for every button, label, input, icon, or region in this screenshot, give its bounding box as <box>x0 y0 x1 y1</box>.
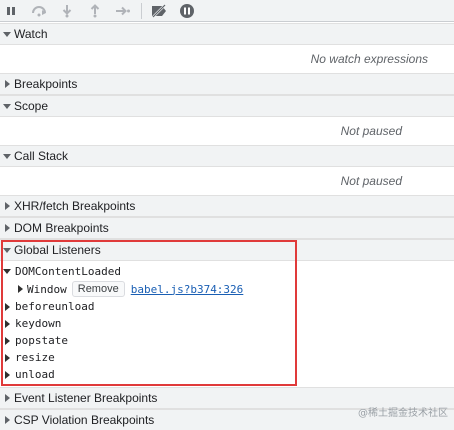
scope-placeholder: Not paused <box>340 124 402 138</box>
event-name: beforeunload <box>15 300 95 313</box>
step-out-icon[interactable] <box>86 2 104 20</box>
step-into-icon[interactable] <box>58 2 76 20</box>
collapsed-arrow-icon <box>4 224 10 232</box>
collapsed-arrow-icon <box>4 394 10 402</box>
pane-title: Watch <box>14 27 48 41</box>
listener-target: Window <box>27 282 67 296</box>
listener-row[interactable]: Window Remove babel.js?b374:326 <box>0 280 243 298</box>
pause-on-exceptions-icon[interactable] <box>178 2 196 20</box>
collapsed-arrow-icon <box>4 353 10 362</box>
scope-pane-header[interactable]: Scope <box>0 95 454 117</box>
pause-script-icon[interactable] <box>2 2 20 20</box>
pane-title: Scope <box>14 99 49 113</box>
deactivate-breakpoints-icon[interactable] <box>149 2 169 20</box>
call-stack-pane-header[interactable]: Call Stack <box>0 145 454 167</box>
remove-listener-button[interactable]: Remove <box>71 281 125 297</box>
watermark: @稀土掘金技术社区 <box>358 408 448 419</box>
event-name: resize <box>15 351 55 364</box>
collapsed-arrow-icon <box>4 202 10 210</box>
expanded-arrow-icon <box>3 247 11 253</box>
event-row-keydown[interactable]: keydown <box>0 315 61 332</box>
dom-breakpoints-pane-header[interactable]: DOM Breakpoints <box>0 217 454 239</box>
pane-title: Global Listeners <box>14 243 101 257</box>
toolbar-divider <box>141 3 142 19</box>
collapsed-arrow-icon <box>4 80 10 88</box>
event-name: popstate <box>15 334 68 347</box>
collapsed-arrow-icon <box>18 285 23 293</box>
debugger-toolbar <box>0 0 454 22</box>
expanded-arrow-icon <box>3 103 11 109</box>
global-listeners-pane-header[interactable]: Global Listeners <box>0 239 454 261</box>
event-name: DOMContentLoaded <box>15 265 121 278</box>
event-row-domcontentloaded[interactable]: DOMContentLoaded <box>0 263 121 280</box>
pane-title: XHR/fetch Breakpoints <box>14 199 136 213</box>
expanded-arrow-icon <box>3 153 11 159</box>
breakpoints-pane-header[interactable]: Breakpoints <box>0 73 454 95</box>
collapsed-arrow-icon <box>4 416 10 424</box>
pane-title: DOM Breakpoints <box>14 221 109 235</box>
event-name: keydown <box>15 317 62 330</box>
event-row-beforeunload[interactable]: beforeunload <box>0 298 94 315</box>
expanded-arrow-icon <box>3 31 11 37</box>
pane-title: Event Listener Breakpoints <box>14 391 158 405</box>
watch-placeholder: No watch expressions <box>310 52 428 66</box>
event-row-unload[interactable]: unload <box>0 366 55 383</box>
event-row-popstate[interactable]: popstate <box>0 332 68 349</box>
pane-title: Call Stack <box>14 149 69 163</box>
call-stack-placeholder: Not paused <box>340 174 402 188</box>
collapsed-arrow-icon <box>4 302 10 311</box>
pane-title: CSP Violation Breakpoints <box>14 413 155 427</box>
step-icon[interactable] <box>114 2 132 20</box>
event-name: unload <box>15 368 55 381</box>
collapsed-arrow-icon <box>4 370 10 379</box>
watch-pane-header[interactable]: Watch <box>0 23 454 45</box>
collapsed-arrow-icon <box>4 336 10 345</box>
event-row-resize[interactable]: resize <box>0 349 55 366</box>
xhr-breakpoints-pane-header[interactable]: XHR/fetch Breakpoints <box>0 195 454 217</box>
step-over-icon[interactable] <box>30 2 48 20</box>
source-link[interactable]: babel.js?b374:326 <box>131 283 244 296</box>
expanded-arrow-icon <box>3 269 11 274</box>
collapsed-arrow-icon <box>4 319 10 328</box>
pane-title: Breakpoints <box>14 77 78 91</box>
